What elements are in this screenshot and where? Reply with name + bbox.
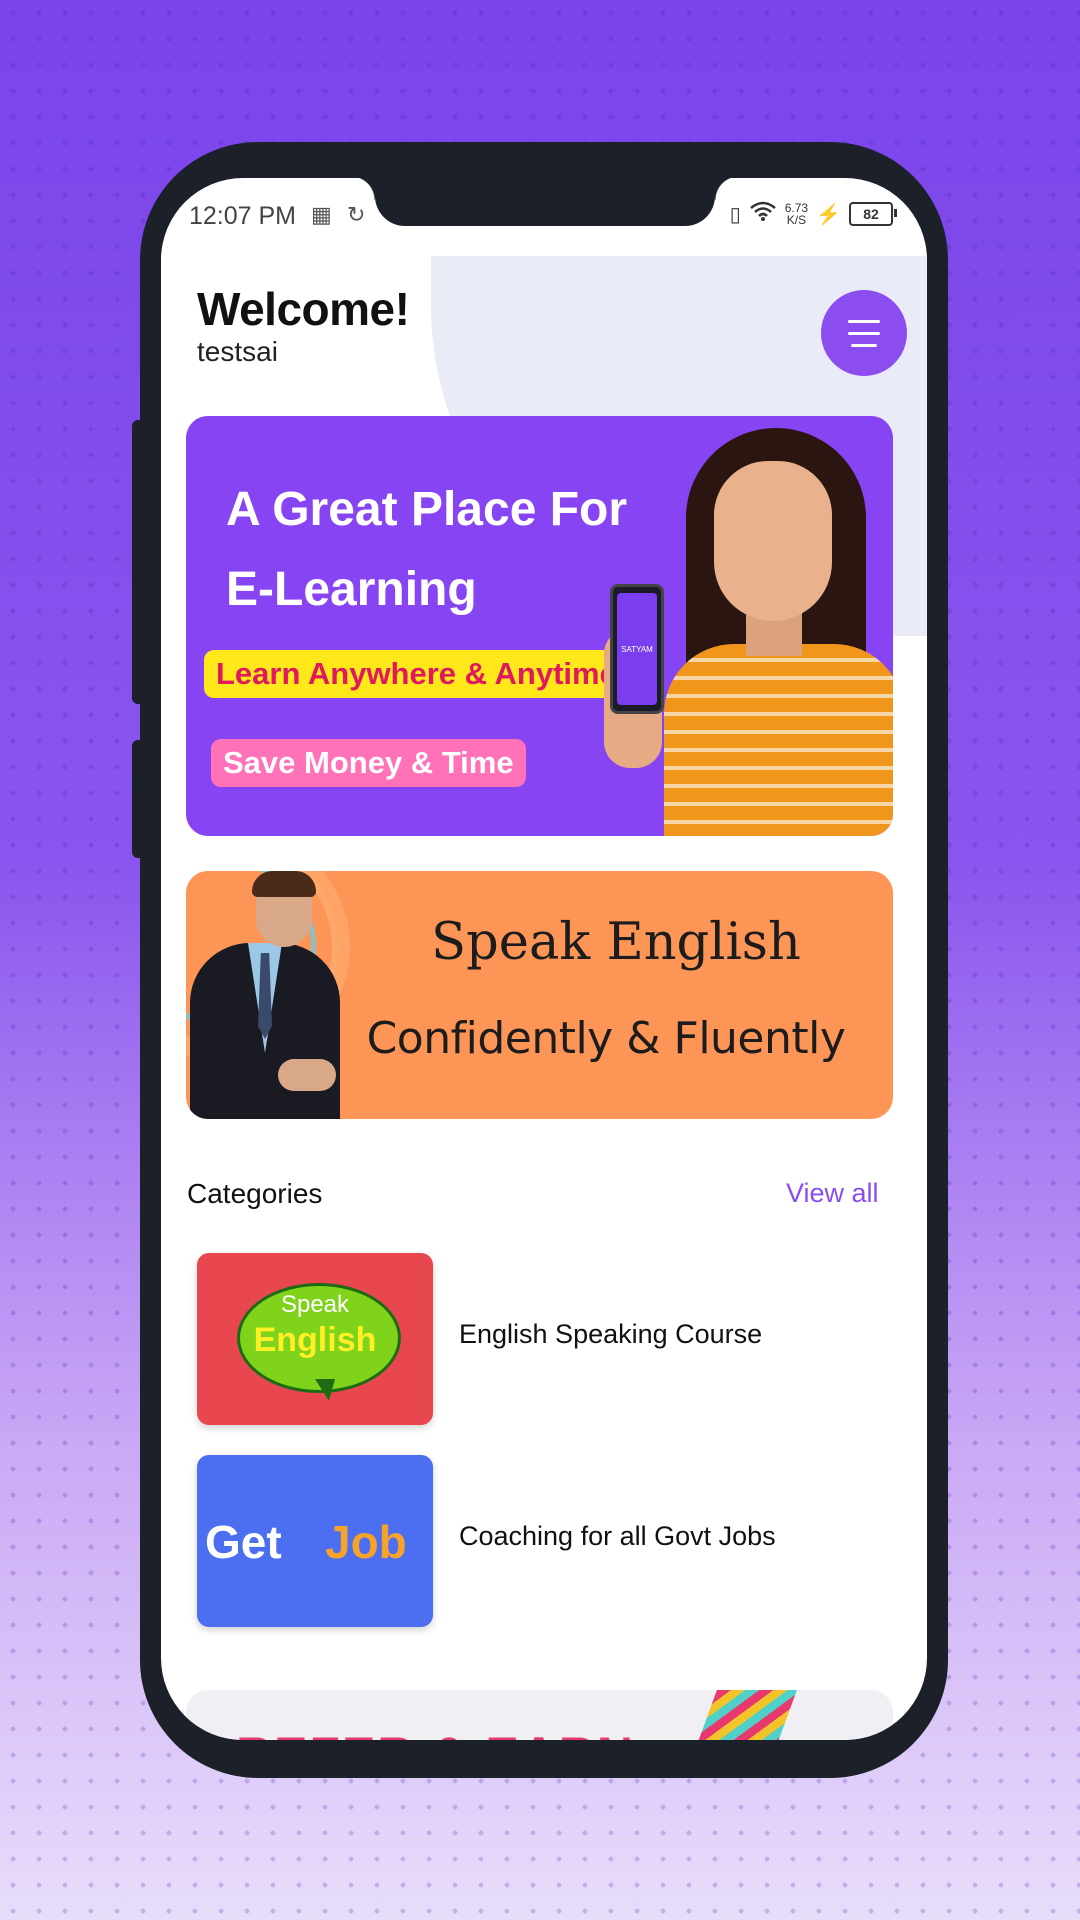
banner-chip-learn-anywhere: Learn Anywhere & Anytime <box>204 650 629 698</box>
banner-phone-image: SATYAM <box>610 584 664 714</box>
elearning-banner[interactable]: A Great Place For E-Learning Learn Anywh… <box>186 416 893 836</box>
categories-heading: Categories <box>187 1178 323 1209</box>
view-all-link[interactable]: View all <box>786 1178 879 1209</box>
banner-title-line1: A Great Place For <box>226 483 628 536</box>
thumb-speak-text: Speak <box>280 1291 350 1318</box>
category-thumb-job: Get Job <box>197 1455 433 1627</box>
camera-notch <box>351 178 739 226</box>
category-thumb-english: Speak English <box>197 1253 433 1425</box>
woman-shirt <box>664 644 893 836</box>
network-speed-unit: K/S <box>786 213 807 227</box>
category-label: English Speaking Course <box>459 1319 763 1349</box>
battery-level: 82 <box>863 206 879 222</box>
username: testsai <box>197 336 278 367</box>
status-right-group: ▯ 6.73 K/S ⚡ 82 <box>729 200 897 228</box>
category-item-english[interactable]: Speak English English Speaking Course <box>197 1253 897 1425</box>
woman-face <box>714 461 832 621</box>
menu-button[interactable] <box>821 290 907 376</box>
screen-cast-icon: ▦ <box>311 202 332 227</box>
banner-headline: Speak English <box>431 913 801 972</box>
thumb-job-text: Job <box>325 1516 407 1568</box>
refer-earn-text: REFER & EARN <box>236 1726 635 1740</box>
banner-phone-brand: SATYAM <box>617 593 657 705</box>
hamburger-line <box>848 331 880 335</box>
refer-decor-stripes <box>695 1690 797 1740</box>
wifi-icon <box>749 200 777 228</box>
sync-icon: ↻ <box>347 202 366 227</box>
category-label: Coaching for all Govt Jobs <box>459 1521 776 1551</box>
man-hands <box>278 1059 336 1091</box>
speak-english-banner[interactable]: Speak English Confidently & Fluently <box>186 871 893 1119</box>
speech-bubble-tail <box>315 1379 335 1401</box>
status-time: 12:07 PM <box>189 202 297 230</box>
network-speed: 6.73 K/S <box>785 202 808 226</box>
refer-earn-banner[interactable]: REFER & EARN <box>186 1690 893 1740</box>
hamburger-menu-icon <box>848 319 880 323</box>
welcome-title: Welcome! <box>197 283 410 335</box>
banner-subline: Confidently & Fluently <box>366 1013 846 1064</box>
thumb-get-text: Get <box>205 1516 282 1568</box>
banner-title-line2: E-Learning <box>226 563 477 616</box>
vibrate-icon: ▯ <box>729 203 741 226</box>
banner-title: A Great Place For E-Learning <box>226 470 666 630</box>
category-item-govt-jobs[interactable]: Get Job Coaching for all Govt Jobs <box>197 1455 897 1627</box>
charging-icon: ⚡ <box>816 203 841 226</box>
banner-chip-save-money: Save Money & Time <box>211 739 526 787</box>
battery-icon: 82 <box>849 202 897 226</box>
thumb-english-text: English <box>253 1321 377 1359</box>
man-hair <box>252 871 316 897</box>
hamburger-line <box>851 343 877 347</box>
app-screen: 12:07 PM ▦ ↻ ▯ 6.73 K/S ⚡ 82 Welcome! te… <box>161 178 927 1740</box>
